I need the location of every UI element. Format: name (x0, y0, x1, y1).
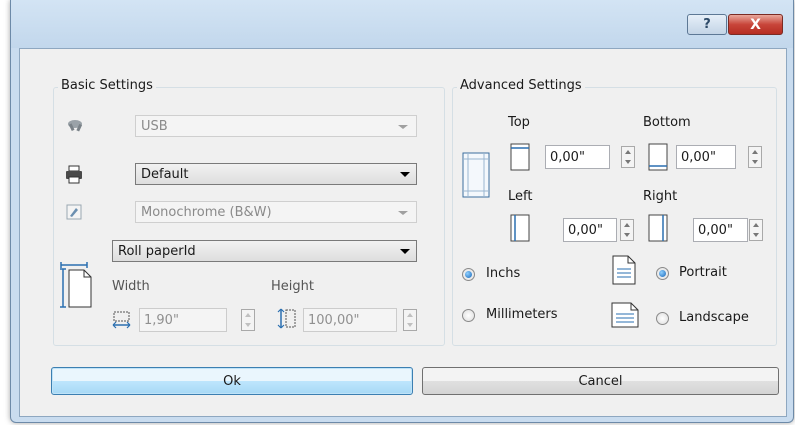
help-button[interactable]: ? (687, 14, 727, 35)
landscape-icon (611, 302, 639, 328)
bottom-margin-icon (648, 143, 668, 171)
cancel-button-label: Cancel (578, 373, 623, 389)
top-margin-icon (510, 143, 530, 171)
height-input-value: 100,00" (308, 312, 360, 328)
left-margin-value: 0,00" (568, 222, 603, 238)
color-mode-select[interactable]: Monochrome (B&W) (135, 201, 417, 223)
help-icon: ? (703, 17, 711, 32)
units-inch-radio[interactable] (462, 268, 475, 281)
landscape-radio[interactable] (656, 312, 669, 325)
advanced-settings-title: Advanced Settings (457, 78, 585, 93)
ok-button[interactable]: Ok (51, 367, 413, 395)
right-margin-value: 0,00" (698, 222, 733, 238)
bottom-label: Bottom (643, 115, 691, 130)
page-size-icon (60, 262, 92, 308)
top-margin-input[interactable]: 0,00" (545, 145, 610, 169)
top-label: Top (508, 115, 530, 130)
cancel-button[interactable]: Cancel (422, 367, 779, 395)
units-inch-label[interactable]: Inchs (486, 266, 520, 281)
units-mm-label[interactable]: Millimeters (486, 307, 558, 322)
right-margin-icon (648, 214, 668, 242)
printer-select-value: Default (141, 166, 189, 182)
chevron-down-icon (398, 125, 408, 129)
close-icon: X (750, 16, 761, 33)
right-margin-stepper[interactable] (749, 219, 763, 241)
close-button[interactable]: X (728, 14, 783, 35)
printer-icon (66, 165, 82, 184)
bottom-margin-stepper[interactable] (748, 146, 762, 168)
portrait-icon (612, 255, 636, 285)
left-margin-stepper[interactable] (620, 219, 634, 241)
width-label: Width (112, 279, 150, 294)
bottom-margin-value: 0,00" (681, 149, 716, 165)
ok-button-label: Ok (223, 373, 241, 389)
basic-settings-title: Basic Settings (58, 78, 156, 93)
left-margin-icon (510, 214, 530, 242)
chevron-down-icon (400, 249, 410, 254)
title-bar: ? X (11, 0, 793, 48)
width-input[interactable]: 1,90" (139, 308, 227, 332)
paper-select-value: Roll paperId (118, 243, 196, 259)
top-margin-stepper[interactable] (621, 146, 635, 168)
printer-select[interactable]: Default (135, 163, 417, 185)
color-mode-select-value: Monochrome (B&W) (141, 204, 272, 220)
left-margin-input[interactable]: 0,00" (563, 218, 617, 242)
portrait-radio[interactable] (656, 267, 669, 280)
top-margin-value: 0,00" (550, 149, 585, 165)
port-select-value: USB (141, 118, 168, 134)
height-icon (277, 308, 296, 329)
port-select[interactable]: USB (135, 115, 417, 137)
left-label: Left (508, 189, 533, 204)
right-label: Right (643, 189, 678, 204)
units-mm-radio[interactable] (462, 309, 475, 322)
paper-select[interactable]: Roll paperId (112, 240, 417, 262)
landscape-label[interactable]: Landscape (679, 310, 749, 325)
dialog-window: ? X Basic Settings USB Default Monochrom… (10, 0, 794, 423)
right-margin-input[interactable]: 0,00" (693, 218, 748, 242)
width-input-value: 1,90" (144, 312, 179, 328)
height-stepper[interactable] (403, 309, 417, 331)
dialog-content: Basic Settings USB Default Monochrome (B… (19, 48, 787, 417)
height-input[interactable]: 100,00" (303, 308, 397, 332)
port-icon (68, 120, 83, 132)
portrait-label[interactable]: Portrait (679, 265, 727, 280)
width-icon (112, 311, 131, 329)
height-label: Height (271, 279, 314, 294)
bottom-margin-input[interactable]: 0,00" (676, 145, 736, 169)
chevron-down-icon (400, 172, 410, 177)
color-mode-icon (66, 204, 82, 220)
margins-page-icon (462, 152, 490, 198)
chevron-down-icon (398, 211, 408, 215)
width-stepper[interactable] (241, 309, 255, 331)
